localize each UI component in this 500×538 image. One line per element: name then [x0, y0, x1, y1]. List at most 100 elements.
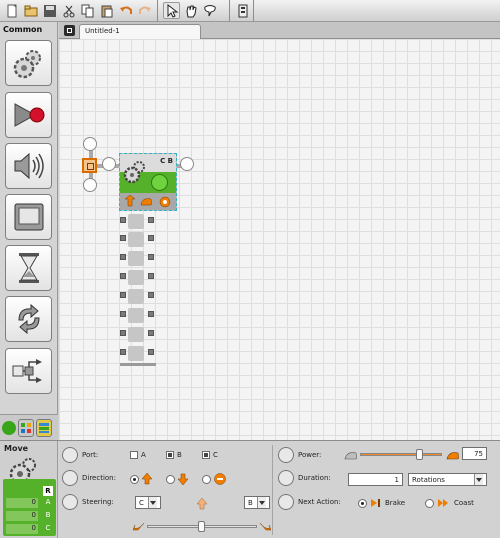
hub-plug-left-motor[interactable]: [118, 213, 156, 230]
palette-display-block[interactable]: [5, 194, 52, 240]
block-palette: Common: [0, 22, 58, 440]
coast-icon: [438, 499, 448, 507]
brake-icon: [371, 499, 380, 507]
duration-value-input[interactable]: 1: [348, 473, 403, 486]
direction-label: Direction:: [82, 474, 116, 482]
power-value-input[interactable]: 75: [462, 447, 487, 460]
block-preview: Move 0A 0B 0C R: [0, 441, 58, 538]
bottom-sequence-connector[interactable]: [83, 178, 97, 192]
port-c-option[interactable]: C: [202, 451, 218, 459]
chevron-down-icon[interactable]: [257, 497, 266, 508]
configure-icon[interactable]: [235, 2, 250, 19]
move-block[interactable]: C B: [119, 153, 177, 211]
steering-right-motor-select[interactable]: B: [244, 496, 270, 509]
chevron-down-icon[interactable]: [474, 474, 483, 485]
steer-left-arrow-icon: [133, 522, 145, 531]
power-slider-knob[interactable]: [416, 449, 424, 460]
port-b-label: B: [177, 451, 182, 459]
speaker-icon: [14, 152, 44, 180]
hub-plug-next-action[interactable]: [118, 345, 156, 362]
hub-plug-direction[interactable]: [118, 269, 156, 286]
start-block[interactable]: [82, 158, 97, 173]
port-b-option[interactable]: B: [166, 451, 182, 459]
document-tab[interactable]: Untitled-1: [79, 24, 201, 39]
duration-icon: [278, 470, 294, 486]
port-a-checkbox[interactable]: [130, 451, 138, 459]
direction-stop-option[interactable]: [202, 473, 226, 485]
hub-plug-power[interactable]: [118, 307, 156, 324]
duration-icon: [128, 327, 144, 342]
next-action-row: Next Action:: [278, 492, 341, 512]
brake-option[interactable]: Brake: [358, 498, 405, 508]
open-file-icon[interactable]: [22, 2, 39, 19]
new-file-icon[interactable]: [3, 2, 20, 19]
data-hub-bottom-edge: [120, 363, 156, 366]
document-tab-bar: Untitled-1: [59, 22, 500, 39]
coast-radio[interactable]: [425, 498, 434, 508]
hub-plug-right-motor[interactable]: [118, 231, 156, 248]
complete-palette-tab-icon[interactable]: [18, 418, 34, 437]
save-icon[interactable]: [41, 2, 58, 19]
direction-icon: [128, 270, 144, 285]
hub-plug-other-motor[interactable]: [118, 250, 156, 267]
pointer-tool-icon[interactable]: [163, 2, 180, 19]
hub-plug-steering[interactable]: [118, 288, 156, 305]
port-a-label: A: [141, 451, 146, 459]
power-slider-track[interactable]: [360, 453, 442, 456]
palette-switch-block[interactable]: [5, 348, 52, 394]
palette-loop-block[interactable]: [5, 296, 52, 342]
coast-label: Coast: [454, 499, 474, 507]
steering-row: Steering:: [62, 492, 114, 512]
direction-row: Direction:: [62, 468, 116, 488]
close-tab-icon[interactable]: [64, 25, 75, 36]
duration-unit-select[interactable]: Rotations: [408, 473, 487, 486]
coast-option[interactable]: Coast: [425, 498, 474, 508]
direction-forward-option[interactable]: [130, 473, 152, 485]
copy-icon[interactable]: [79, 2, 96, 19]
port-a-option[interactable]: A: [130, 451, 146, 459]
paste-icon[interactable]: [98, 2, 115, 19]
steering-slider-knob[interactable]: [198, 521, 205, 532]
move-block-footer: [120, 193, 176, 210]
palette-title: Common: [3, 25, 43, 34]
program-canvas[interactable]: C B: [59, 39, 500, 440]
redo-icon[interactable]: [136, 2, 153, 19]
switch-icon: [12, 359, 42, 383]
gears-icon: [13, 50, 41, 79]
steering-right-motor-value: B: [248, 498, 253, 507]
feedback-row-c: 0C: [6, 524, 53, 534]
record-play-icon: [14, 103, 44, 127]
palette-move-block[interactable]: [5, 40, 52, 86]
cut-icon[interactable]: [60, 2, 77, 19]
top-sequence-connector[interactable]: [83, 137, 97, 151]
direction-stop-radio[interactable]: [202, 474, 211, 484]
fast-power-icon: [446, 452, 459, 460]
direction-forward-radio[interactable]: [130, 474, 139, 484]
direction-backward-radio[interactable]: [166, 474, 175, 484]
port-c-checkbox[interactable]: [202, 451, 210, 459]
palette-wait-block[interactable]: [5, 245, 52, 291]
brake-radio[interactable]: [358, 498, 367, 508]
power-icon: [278, 447, 294, 463]
pan-hand-icon[interactable]: [182, 2, 199, 19]
configure-toolbar-group: [232, 0, 254, 21]
brake-label: Brake: [385, 499, 406, 507]
comment-tool-icon[interactable]: [201, 2, 218, 19]
input-sequence-connector[interactable]: [102, 157, 116, 171]
next-action-icon: [278, 494, 294, 510]
chevron-down-icon[interactable]: [148, 497, 157, 508]
palette-sound-block[interactable]: [5, 143, 52, 189]
undo-icon[interactable]: [117, 2, 134, 19]
steering-left-motor-select[interactable]: C: [135, 496, 161, 509]
palette-record-play-block[interactable]: [5, 92, 52, 138]
port-b-checkbox[interactable]: [166, 451, 174, 459]
common-palette-tab-icon[interactable]: [2, 420, 16, 435]
reset-badge[interactable]: R: [43, 486, 53, 496]
output-sequence-connector[interactable]: [180, 157, 194, 171]
steer-right-arrow-icon: [259, 522, 271, 531]
port-icon: [128, 232, 144, 247]
port-icon: [62, 447, 78, 463]
hub-plug-duration[interactable]: [118, 326, 156, 343]
custom-palette-tab-icon[interactable]: [36, 418, 52, 437]
direction-backward-option[interactable]: [166, 473, 188, 485]
